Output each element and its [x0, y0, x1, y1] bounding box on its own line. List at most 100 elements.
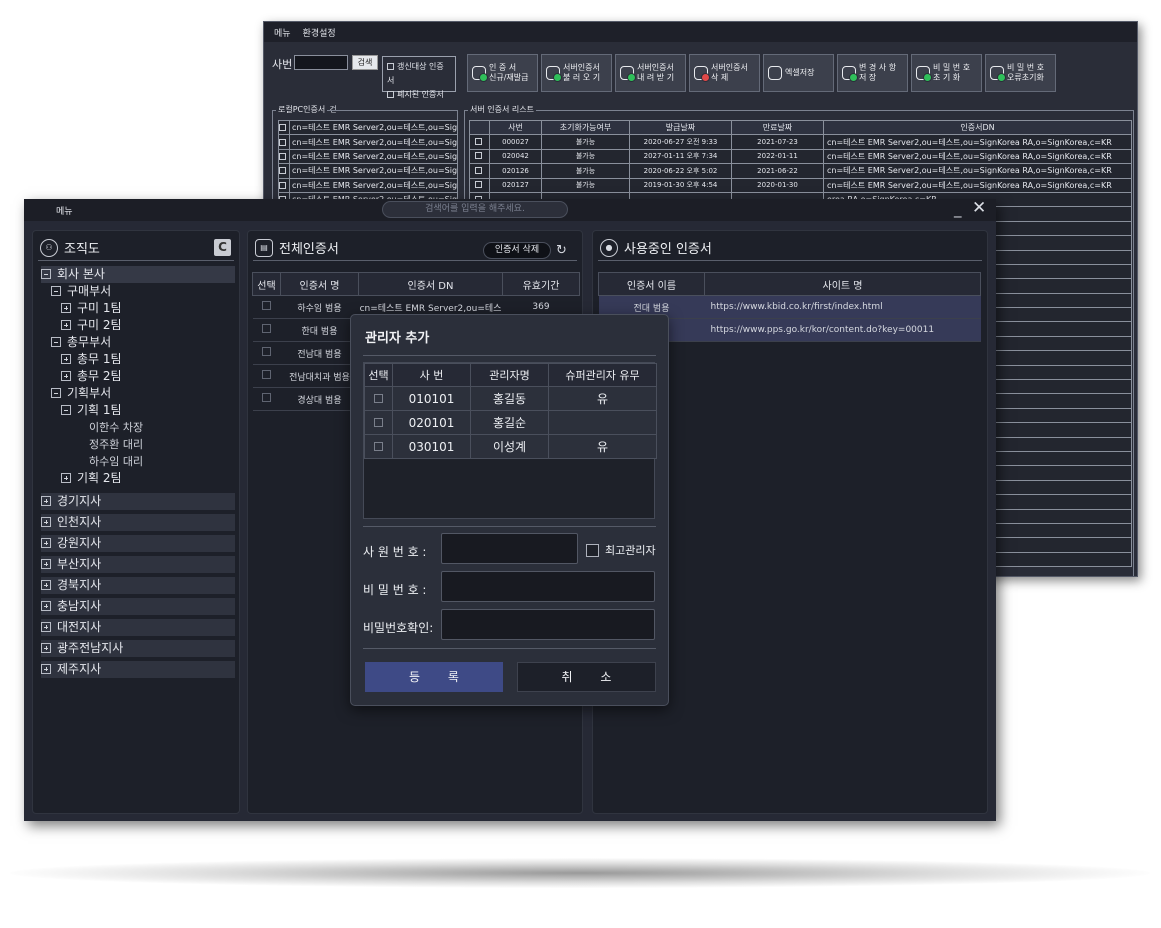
checkbox[interactable]	[387, 91, 394, 98]
minimize-button[interactable]: _	[954, 200, 962, 218]
global-search-input[interactable]: 검색어를 입력을 해주세요.	[382, 201, 568, 218]
expand-icon[interactable]	[41, 601, 51, 611]
row-check-cell[interactable]	[252, 295, 281, 319]
renew-target-check[interactable]: 갱신대상 인증서	[387, 60, 451, 88]
refresh-icon[interactable]: ↻	[556, 243, 572, 259]
tree-branch[interactable]: 부산지사	[41, 556, 235, 573]
checkbox[interactable]	[262, 324, 271, 333]
collapse-icon[interactable]	[61, 405, 71, 415]
register-button[interactable]: 등 록	[365, 662, 503, 692]
expand-icon[interactable]	[61, 473, 71, 483]
checkbox[interactable]	[279, 152, 286, 160]
tree-node[interactable]: 기획부서	[41, 385, 235, 402]
row-check-cell[interactable]	[278, 163, 290, 179]
toolbar-button[interactable]: 서버인증서 불 러 오 기	[541, 54, 612, 92]
toolbar-button[interactable]: 엑셀저장	[763, 54, 834, 92]
tree-node[interactable]: 기획 2팀	[41, 470, 235, 487]
toolbar-button[interactable]: 서버인증서 삭 제	[689, 54, 760, 92]
checkbox[interactable]	[262, 301, 271, 310]
collapse-icon[interactable]	[51, 286, 61, 296]
row-check-cell[interactable]	[252, 387, 281, 411]
tree-branch[interactable]: 충남지사	[41, 598, 235, 615]
toolbar-button[interactable]: 비 밀 번 호 초 기 화	[911, 54, 982, 92]
tree-branch[interactable]: 경기지사	[41, 493, 235, 510]
expand-icon[interactable]	[41, 664, 51, 674]
delete-cert-button[interactable]: 인증서 삭제	[483, 242, 551, 259]
checkbox[interactable]	[374, 417, 383, 427]
toolbar-button[interactable]: 변 경 사 항 저 장	[837, 54, 908, 92]
checkbox[interactable]	[474, 166, 482, 174]
refresh-icon[interactable]: C	[214, 239, 231, 256]
table-row[interactable]: 020126 불가능 2020-06-22 오후 5:02 2021-06-22 cn=…	[469, 163, 1132, 179]
password-confirm-input[interactable]	[441, 609, 655, 640]
expand-icon[interactable]	[41, 559, 51, 569]
tree-node[interactable]: 구매부서	[41, 283, 235, 300]
row-check-cell[interactable]	[252, 318, 281, 342]
tree-node[interactable]: 회사 본사	[41, 266, 235, 283]
checkbox[interactable]	[387, 63, 394, 70]
checkbox[interactable]	[474, 152, 482, 160]
tree-branch[interactable]: 대전지사	[41, 619, 235, 636]
expand-icon[interactable]	[41, 643, 51, 653]
row-check-cell[interactable]	[252, 341, 281, 365]
table-row[interactable]: cn=테스트 EMR Server2,ou=테스트,ou=Sig	[278, 163, 459, 179]
tree-branch[interactable]: 인천지사	[41, 514, 235, 531]
tree-node[interactable]: 총무 1팀	[41, 351, 235, 368]
row-check-cell[interactable]	[364, 386, 393, 411]
checkbox[interactable]	[279, 167, 286, 175]
close-button[interactable]: ✕	[972, 198, 986, 218]
table-row[interactable]: 010101 홍길동 유	[364, 386, 657, 411]
checkbox[interactable]	[279, 181, 286, 189]
row-check-cell[interactable]	[278, 148, 290, 165]
checkbox[interactable]	[262, 347, 271, 356]
tree-node[interactable]: 하수임 대리	[41, 453, 235, 470]
row-check-cell[interactable]	[278, 177, 290, 193]
expand-icon[interactable]	[61, 303, 71, 313]
password-input[interactable]	[441, 571, 655, 602]
menu-button[interactable]: 메뉴	[56, 204, 73, 217]
back-menu-item[interactable]: 메뉴	[274, 26, 291, 39]
toolbar-button[interactable]: 서버인증서 내 려 받 기	[615, 54, 686, 92]
expand-icon[interactable]	[41, 496, 51, 506]
tree-branch[interactable]: 제주지사	[41, 661, 235, 678]
tree-node[interactable]: 구미 1팀	[41, 300, 235, 317]
table-row[interactable]: cn=테스트 EMR Server2,ou=테스트,ou=Sig	[278, 119, 459, 136]
checkbox[interactable]	[474, 138, 482, 146]
toolbar-button[interactable]: 인 증 서 신규/재발급	[467, 54, 538, 92]
table-row[interactable]: cn=테스트 EMR Server2,ou=테스트,ou=Sig	[278, 148, 459, 165]
tree-branch[interactable]: 경북지사	[41, 577, 235, 594]
tree-node[interactable]: 총무부서	[41, 334, 235, 351]
table-row[interactable]: 030101 이성계 유	[364, 434, 657, 459]
row-check-cell[interactable]	[278, 119, 290, 136]
back-menu-item[interactable]: 환경설정	[303, 26, 336, 39]
row-check-cell[interactable]	[469, 148, 490, 165]
row-check-cell[interactable]	[278, 134, 290, 150]
toolbar-button[interactable]: 비 밀 번 호 오류초기화	[985, 54, 1056, 92]
checkbox[interactable]	[374, 393, 383, 403]
tree-branch[interactable]: 광주전남지사	[41, 640, 235, 657]
collapse-icon[interactable]	[41, 269, 51, 279]
search-button[interactable]: 검색	[352, 55, 378, 70]
super-admin-check[interactable]: 최고관리자	[586, 542, 656, 558]
checkbox[interactable]	[586, 543, 599, 557]
collapse-icon[interactable]	[51, 388, 61, 398]
sabun-input[interactable]	[294, 55, 348, 70]
expand-icon[interactable]	[41, 517, 51, 527]
emp-no-input[interactable]	[441, 533, 578, 564]
checkbox[interactable]	[374, 441, 383, 451]
collapse-icon[interactable]	[51, 337, 61, 347]
table-row[interactable]: 020127 불가능 2019-01-30 오후 4:54 2020-01-30 cn=…	[469, 177, 1132, 193]
expand-icon[interactable]	[61, 371, 71, 381]
checkbox[interactable]	[279, 124, 286, 132]
tree-node[interactable]: 정주환 대리	[41, 436, 235, 453]
expand-icon[interactable]	[61, 354, 71, 364]
expand-icon[interactable]	[41, 538, 51, 548]
revoked-check[interactable]: 폐지된 인증서	[387, 88, 451, 102]
tree-node[interactable]: 총무 2팀	[41, 368, 235, 385]
checkbox[interactable]	[262, 370, 271, 379]
checkbox[interactable]	[474, 181, 482, 189]
tree-node[interactable]: 이한수 차장	[41, 419, 235, 436]
expand-icon[interactable]	[41, 580, 51, 590]
row-check-cell[interactable]	[469, 134, 490, 150]
checkbox[interactable]	[279, 138, 286, 146]
